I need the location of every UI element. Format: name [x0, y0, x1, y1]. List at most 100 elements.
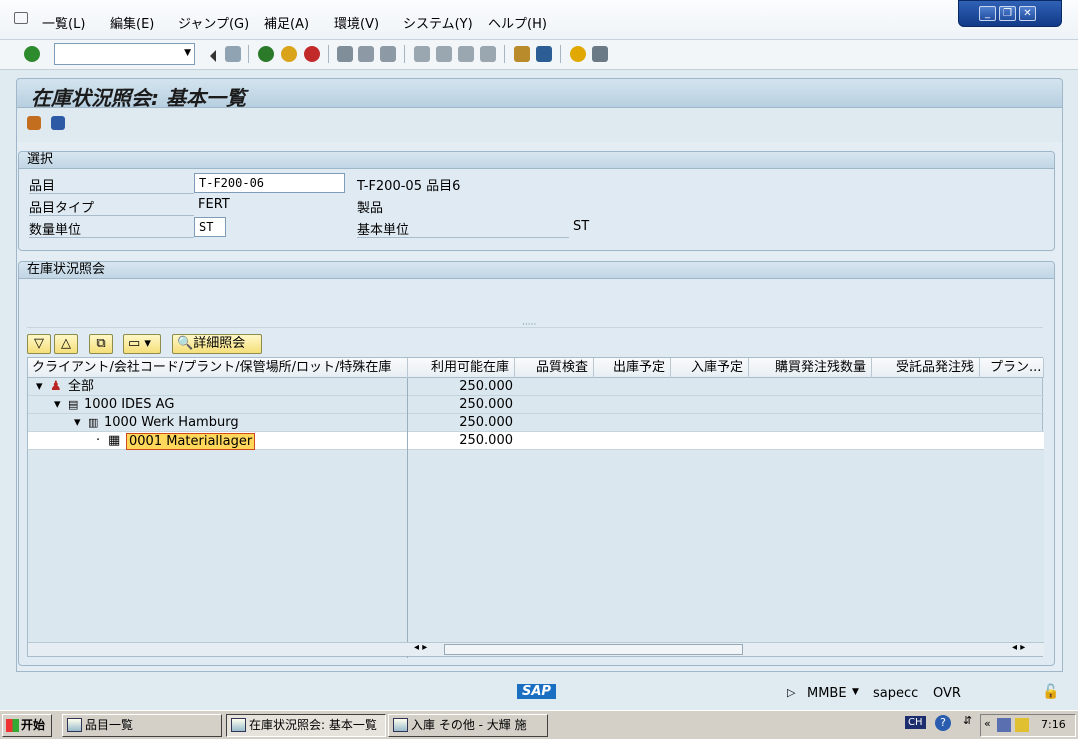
table-row[interactable]: ▾ ♟ 全部 250.000	[28, 378, 1044, 396]
col-header-hierarchy[interactable]: クライアント/会社コード/プラント/保管場所/ロット/特殊在庫	[28, 358, 408, 378]
insert-mode: OVR	[933, 686, 961, 701]
expand-all-button[interactable]: ▽	[27, 334, 51, 354]
menu-goto[interactable]: ジャンプ(G)	[178, 13, 249, 32]
status-play-icon[interactable]: ▷	[787, 686, 795, 699]
command-field[interactable]: ▼	[54, 43, 195, 65]
menu-system[interactable]: システム(Y)	[403, 13, 473, 32]
tree-expander[interactable]: ▾	[74, 414, 81, 432]
collapse-arrow-icon[interactable]	[204, 50, 216, 62]
col-header-available[interactable]: 利用可能在庫	[408, 358, 515, 378]
col-header-receipt[interactable]: 入庫予定	[671, 358, 749, 378]
splitter-grip[interactable]: ·····	[522, 320, 536, 330]
ime-icon[interactable]: ⇵	[963, 714, 972, 727]
material-input[interactable]: T-F200-06	[194, 173, 345, 193]
menu-list[interactable]: 一覧(L)	[42, 13, 85, 32]
material-description: T-F200-05 品目6	[357, 179, 461, 194]
system-menu-icon[interactable]	[14, 12, 28, 24]
detail-display-label: 詳細照会	[193, 336, 246, 351]
previous-page-icon[interactable]	[436, 46, 452, 62]
start-label: 开始	[21, 718, 46, 732]
last-page-icon[interactable]	[480, 46, 496, 62]
save-icon[interactable]	[225, 46, 241, 62]
task-stock-overview[interactable]: 在庫状況照会: 基本一覧	[226, 714, 386, 737]
back-icon[interactable]	[258, 46, 274, 62]
task-material-list[interactable]: 品目一覧	[62, 714, 222, 737]
cancel-icon[interactable]	[304, 46, 320, 62]
scroll-left-icon[interactable]: ◂ ▸	[414, 642, 427, 653]
shortcut-icon[interactable]	[536, 46, 552, 62]
tree-expander[interactable]: ▾	[54, 396, 61, 414]
create-session-icon[interactable]	[514, 46, 530, 62]
os-taskbar: 开始 品目一覧 在庫状況照会: 基本一覧 入庫 その他 - 大輝 施 CH ? …	[0, 710, 1078, 739]
warning-icon[interactable]	[1015, 718, 1029, 732]
task-label: 品目一覧	[85, 718, 134, 732]
refresh-icon[interactable]	[51, 116, 65, 130]
table-row[interactable]: · ▦ 0001 Materiallager 250.000	[28, 432, 1044, 450]
tree-horizontal-scrollbar[interactable]	[28, 642, 408, 656]
start-button[interactable]: 开始	[2, 714, 52, 737]
help-icon[interactable]	[570, 46, 586, 62]
help-icon[interactable]: ?	[935, 715, 951, 731]
tree-expander[interactable]: ▾	[36, 378, 43, 396]
print-icon[interactable]	[337, 46, 353, 62]
col-header-planned[interactable]: プラン...	[980, 358, 1044, 378]
table-row[interactable]: ▾ ▥ 1000 Werk Hamburg 250.000	[28, 414, 1044, 432]
window-icon	[67, 718, 82, 732]
close-window-button[interactable]: ✕	[1019, 6, 1036, 21]
available-stock: 250.000	[459, 379, 513, 394]
col-header-po-qty[interactable]: 購買発注残数量	[749, 358, 872, 378]
tree-leaf-bullet: ·	[96, 433, 101, 448]
exit-icon[interactable]	[281, 46, 297, 62]
storage-location-icon: ▦	[108, 433, 121, 448]
grid-horizontal-scrollbar[interactable]: ◂ ▸ ◂ ▸	[408, 642, 1044, 656]
available-stock: 250.000	[459, 415, 513, 430]
find-next-icon[interactable]	[380, 46, 396, 62]
menu-environment[interactable]: 環境(V)	[334, 13, 379, 32]
collapse-all-button[interactable]: △	[54, 334, 78, 354]
menu-extras[interactable]: 補足(A)	[264, 13, 309, 32]
qty-unit-input[interactable]: ST	[194, 217, 226, 237]
menu-help[interactable]: ヘルプ(H)	[488, 13, 547, 32]
column-splitter[interactable]	[407, 378, 408, 658]
layout-menu-icon[interactable]	[592, 46, 608, 62]
stock-overview-header: 在庫状況照会	[19, 262, 1054, 279]
col-header-issue[interactable]: 出庫予定	[594, 358, 671, 378]
toolbar-separator	[328, 45, 329, 63]
find-button[interactable]: ⧉	[89, 334, 113, 354]
lock-icon[interactable]: 🔓	[1042, 684, 1059, 700]
next-page-icon[interactable]	[458, 46, 474, 62]
title-bar: 在庫状況照会: 基本一覧	[16, 78, 1063, 110]
application-toolbar	[16, 108, 1063, 142]
transaction-code: MMBE	[807, 686, 847, 701]
menu-edit[interactable]: 編集(E)	[110, 13, 154, 32]
row-label[interactable]: 0001 Materiallager	[126, 433, 256, 450]
input-language[interactable]: CH	[905, 716, 926, 729]
toolbar-separator	[248, 45, 249, 63]
network-icon[interactable]	[997, 718, 1011, 732]
first-page-icon[interactable]	[414, 46, 430, 62]
restore-button[interactable]: ❐	[999, 6, 1016, 21]
empty-grid-area	[408, 450, 1044, 644]
company-icon: ▤	[68, 398, 79, 411]
scroll-thumb[interactable]	[444, 644, 743, 655]
table-row[interactable]: ▾ ▤ 1000 IDES AG 250.000	[28, 396, 1044, 414]
chevron-down-icon[interactable]: ▼	[184, 48, 191, 58]
print-menu-button[interactable]: ▭ ▾	[123, 334, 161, 354]
col-header-quality[interactable]: 品質検査	[515, 358, 594, 378]
task-goods-receipt[interactable]: 入庫 その他 - 大輝 施	[388, 714, 548, 737]
col-header-consignment[interactable]: 受託品発注残	[872, 358, 980, 378]
minimize-button[interactable]: _	[979, 6, 996, 21]
material-icon[interactable]	[27, 116, 41, 130]
scroll-right-icon[interactable]: ◂ ▸	[1012, 642, 1025, 653]
task-label: 入庫 その他 - 大輝 施	[411, 718, 527, 732]
label-underline	[29, 215, 194, 216]
windows-logo-icon	[6, 719, 19, 732]
tree-toolbar: ▽ △ ⧉ ▭ ▾ 🔍詳細照会	[27, 332, 1043, 356]
enter-icon[interactable]	[24, 46, 40, 62]
detail-display-button[interactable]: 🔍詳細照会	[172, 334, 262, 354]
chevron-down-icon[interactable]: ▼	[852, 687, 859, 697]
tray-expand-icon[interactable]: «	[984, 717, 991, 730]
find-icon[interactable]	[358, 46, 374, 62]
standard-toolbar: ▼	[0, 40, 1078, 70]
available-stock: 250.000	[459, 433, 513, 448]
